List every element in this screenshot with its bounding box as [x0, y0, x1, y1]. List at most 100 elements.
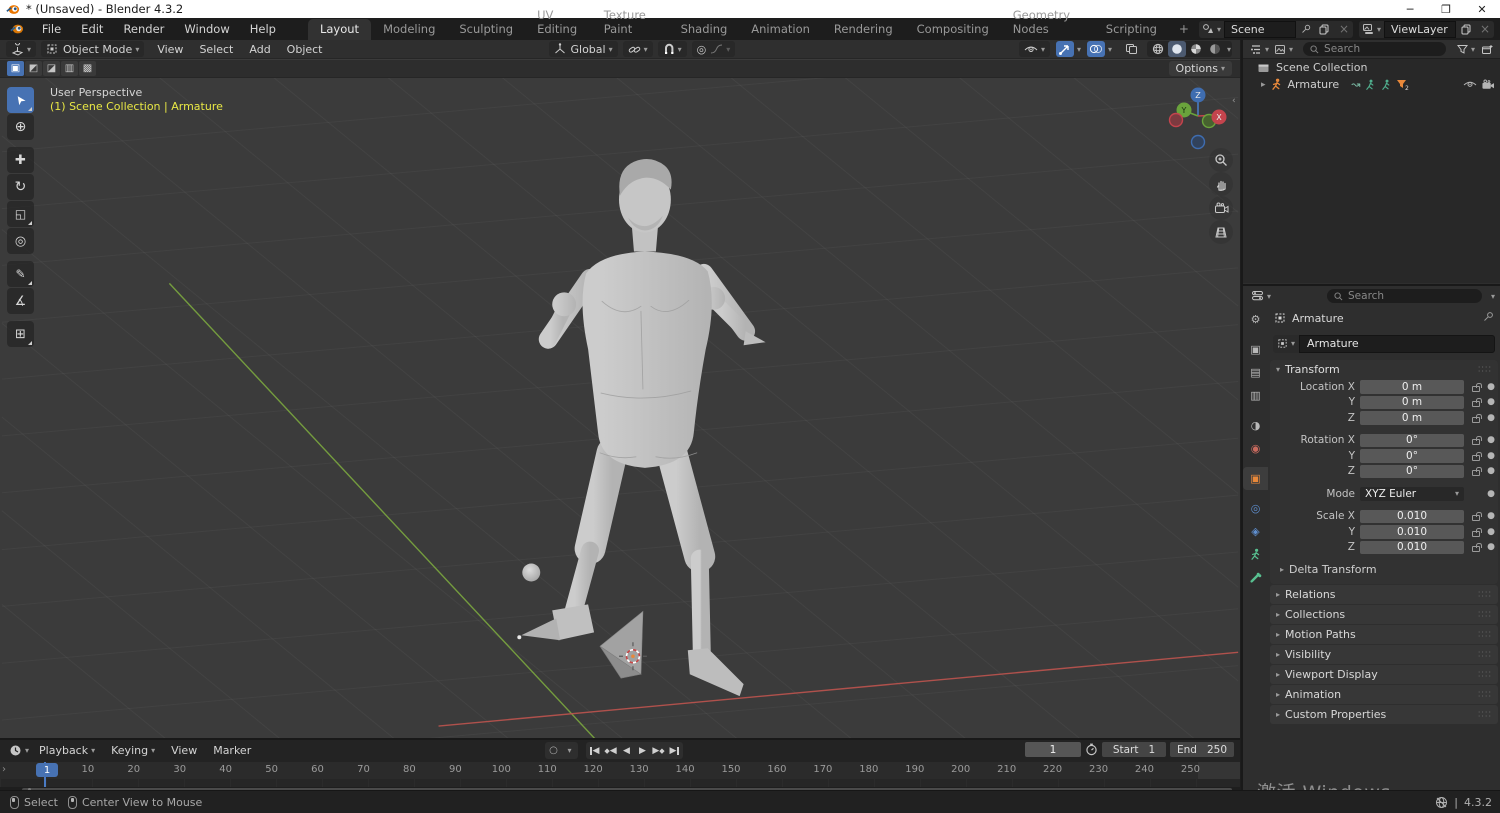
move-tool-button[interactable]: ✚ — [7, 147, 34, 173]
animate-dot-icon[interactable]: ● — [1484, 413, 1498, 423]
select-mode-extend-button[interactable]: ◩ — [25, 61, 42, 76]
tool-properties-tab[interactable]: ⚙ — [1243, 308, 1268, 331]
navigation-gizmo[interactable]: Z Y X — [1163, 84, 1235, 156]
maximize-button[interactable]: ❐ — [1428, 0, 1464, 18]
current-frame-field[interactable]: 1 — [1025, 742, 1081, 757]
panel-grip[interactable]: ···· ···· — [1478, 588, 1492, 600]
transform-orientation[interactable]: Global ▾ — [548, 41, 618, 57]
shading-solid-button[interactable] — [1167, 41, 1186, 57]
properties-editor-type[interactable]: ▾ — [1249, 288, 1273, 304]
object-id-icon[interactable]: ▾ — [1273, 334, 1300, 353]
small-sphere-object[interactable] — [522, 563, 541, 582]
timeline-ruler[interactable]: 10 20 30 40 50 60 70 80 90 100 110 120 130 140 150 160 1… — [0, 762, 1240, 779]
animate-dot-icon[interactable]: ● — [1484, 397, 1498, 407]
panel-relations[interactable]: ▸ Relations ···· ···· — [1270, 585, 1498, 604]
lock-icon[interactable] — [1472, 543, 1482, 553]
workspace-tab-scripting[interactable]: Scripting — [1094, 19, 1169, 40]
snap-target-button[interactable]: ▾ — [622, 41, 653, 57]
outliner-filter-images-icon[interactable]: ▾ — [1272, 41, 1295, 57]
gizmos-toggle[interactable] — [1055, 41, 1074, 57]
panel-grip[interactable]: ···· ···· — [1478, 688, 1492, 700]
panel-grip[interactable]: ···· ···· — [1478, 363, 1492, 375]
panel-grip[interactable]: ···· ···· — [1478, 648, 1492, 660]
previous-keyframe-button[interactable]: ◆ ◀ — [603, 743, 618, 758]
select-mode-subtract-button[interactable]: ◪ — [43, 61, 60, 76]
transform-panel-header[interactable]: ▾ Transform ···· ···· — [1270, 360, 1498, 379]
timeline-menu-playback[interactable]: Playback ▾ — [31, 741, 103, 759]
transform-tool-button[interactable]: ◎ — [7, 228, 34, 254]
animate-dot-icon[interactable]: ● — [1484, 382, 1498, 392]
ruler-expand-arrow[interactable]: › — [2, 764, 6, 775]
outliner-row-scene-collection[interactable]: Scene Collection — [1243, 59, 1500, 76]
viewlayer-remove-icon[interactable]: × — [1476, 21, 1494, 37]
workspace-tab-sculpting[interactable]: Sculpting — [447, 19, 525, 40]
next-keyframe-button[interactable]: ▶ ◆ — [651, 743, 666, 758]
rotation-mode-dropdown[interactable]: XYZ Euler ▾ — [1360, 487, 1464, 501]
select-box-tool-button[interactable]: ➤ — [7, 87, 34, 113]
animate-dot-icon[interactable]: ● — [1484, 511, 1498, 521]
blender-menu-logo-icon[interactable] — [10, 23, 24, 35]
lock-icon[interactable] — [1472, 398, 1482, 408]
transform-value-field[interactable]: 0° — [1360, 433, 1464, 447]
properties-search[interactable]: Search — [1327, 289, 1482, 303]
animate-dot-icon[interactable]: ● — [1484, 527, 1498, 537]
lock-icon[interactable] — [1472, 382, 1482, 392]
viewport-menu-object[interactable]: Object — [279, 40, 331, 59]
viewport-pan-button[interactable] — [1209, 172, 1233, 196]
scene-pin-icon[interactable] — [1297, 21, 1315, 37]
viewport-zoom-button[interactable] — [1209, 148, 1233, 172]
current-frame-indicator[interactable]: 1 — [36, 763, 58, 777]
show-gizmo-visibility[interactable]: ▾ — [1018, 41, 1050, 57]
transform-value-field[interactable]: 0.010 — [1360, 509, 1464, 523]
menu-render[interactable]: Render — [113, 19, 174, 39]
viewport-ortho-toggle[interactable] — [1209, 220, 1233, 244]
panel-visibility[interactable]: ▸ Visibility ···· ···· — [1270, 645, 1498, 664]
object-properties-tab[interactable]: ▣ — [1243, 467, 1268, 490]
disable-render-camera-icon[interactable] — [1481, 79, 1495, 91]
viewlayer-selector[interactable]: ▾ ViewLayer × — [1358, 20, 1494, 38]
gizmo-minus-x-axis[interactable] — [1168, 112, 1184, 128]
annotate-tool-button[interactable]: ✎ — [7, 261, 34, 287]
workspace-tab-geometry-nodes[interactable]: Geometry Nodes — [1001, 5, 1094, 40]
transform-value-field[interactable]: 0.010 — [1360, 525, 1464, 539]
animate-dot-icon[interactable]: ● — [1484, 451, 1498, 461]
lock-icon[interactable] — [1472, 413, 1482, 423]
panel-grip[interactable]: ···· ···· — [1478, 668, 1492, 680]
play-button[interactable]: ▶ — [635, 743, 650, 758]
mode-selector[interactable]: Object Mode ▾ — [41, 41, 145, 57]
timeline-menu-marker[interactable]: Marker — [205, 741, 259, 759]
gizmo-minus-z-axis[interactable] — [1190, 134, 1206, 150]
stopwatch-icon[interactable] — [1085, 743, 1098, 756]
panel-grip[interactable]: ···· ···· — [1478, 628, 1492, 640]
physics-properties-tab[interactable]: ◎ — [1243, 497, 1268, 520]
scene-unlink-icon[interactable]: × — [1335, 21, 1353, 37]
panel-grip[interactable]: ···· ···· — [1478, 608, 1492, 620]
cursor-tool-button[interactable]: ⊕ — [7, 114, 34, 140]
outliner-display-mode[interactable]: ▾ — [1248, 41, 1271, 57]
xray-toggle[interactable] — [1123, 41, 1141, 57]
workspace-tab-compositing[interactable]: Compositing — [905, 19, 1001, 40]
animate-dot-icon[interactable]: ● — [1484, 466, 1498, 476]
data-properties-tab[interactable] — [1243, 543, 1268, 566]
scene-name-field[interactable]: Scene — [1223, 20, 1296, 38]
outliner-filter-button[interactable]: ▾ — [1455, 41, 1477, 57]
workspace-tab-texture-paint[interactable]: Texture Paint — [592, 5, 669, 40]
transform-value-field[interactable]: 0 m — [1360, 380, 1464, 394]
workspace-tab-layout[interactable]: Layout — [307, 19, 372, 40]
bone-properties-tab[interactable] — [1243, 566, 1268, 589]
scale-tool-button[interactable]: ◱ — [7, 201, 34, 227]
new-collection-button[interactable] — [1478, 41, 1496, 57]
panel-collections[interactable]: ▸ Collections ···· ···· — [1270, 605, 1498, 624]
pin-icon[interactable] — [1483, 311, 1494, 325]
shading-rendered-button[interactable] — [1206, 41, 1224, 57]
expand-arrow-icon[interactable]: ▸ — [1261, 80, 1266, 90]
rotate-tool-button[interactable]: ↻ — [7, 174, 34, 200]
transform-value-field[interactable]: 0° — [1360, 449, 1464, 463]
object-name-field[interactable]: Armature — [1299, 334, 1495, 353]
lock-icon[interactable] — [1472, 436, 1482, 446]
menu-edit[interactable]: Edit — [71, 19, 113, 39]
panel-grip[interactable]: ···· ···· — [1478, 708, 1492, 720]
timeline-menu-keying[interactable]: Keying ▾ — [103, 741, 163, 759]
animate-dot-icon[interactable]: ● — [1484, 489, 1498, 499]
constraints-properties-tab[interactable]: ◈ — [1243, 520, 1268, 543]
